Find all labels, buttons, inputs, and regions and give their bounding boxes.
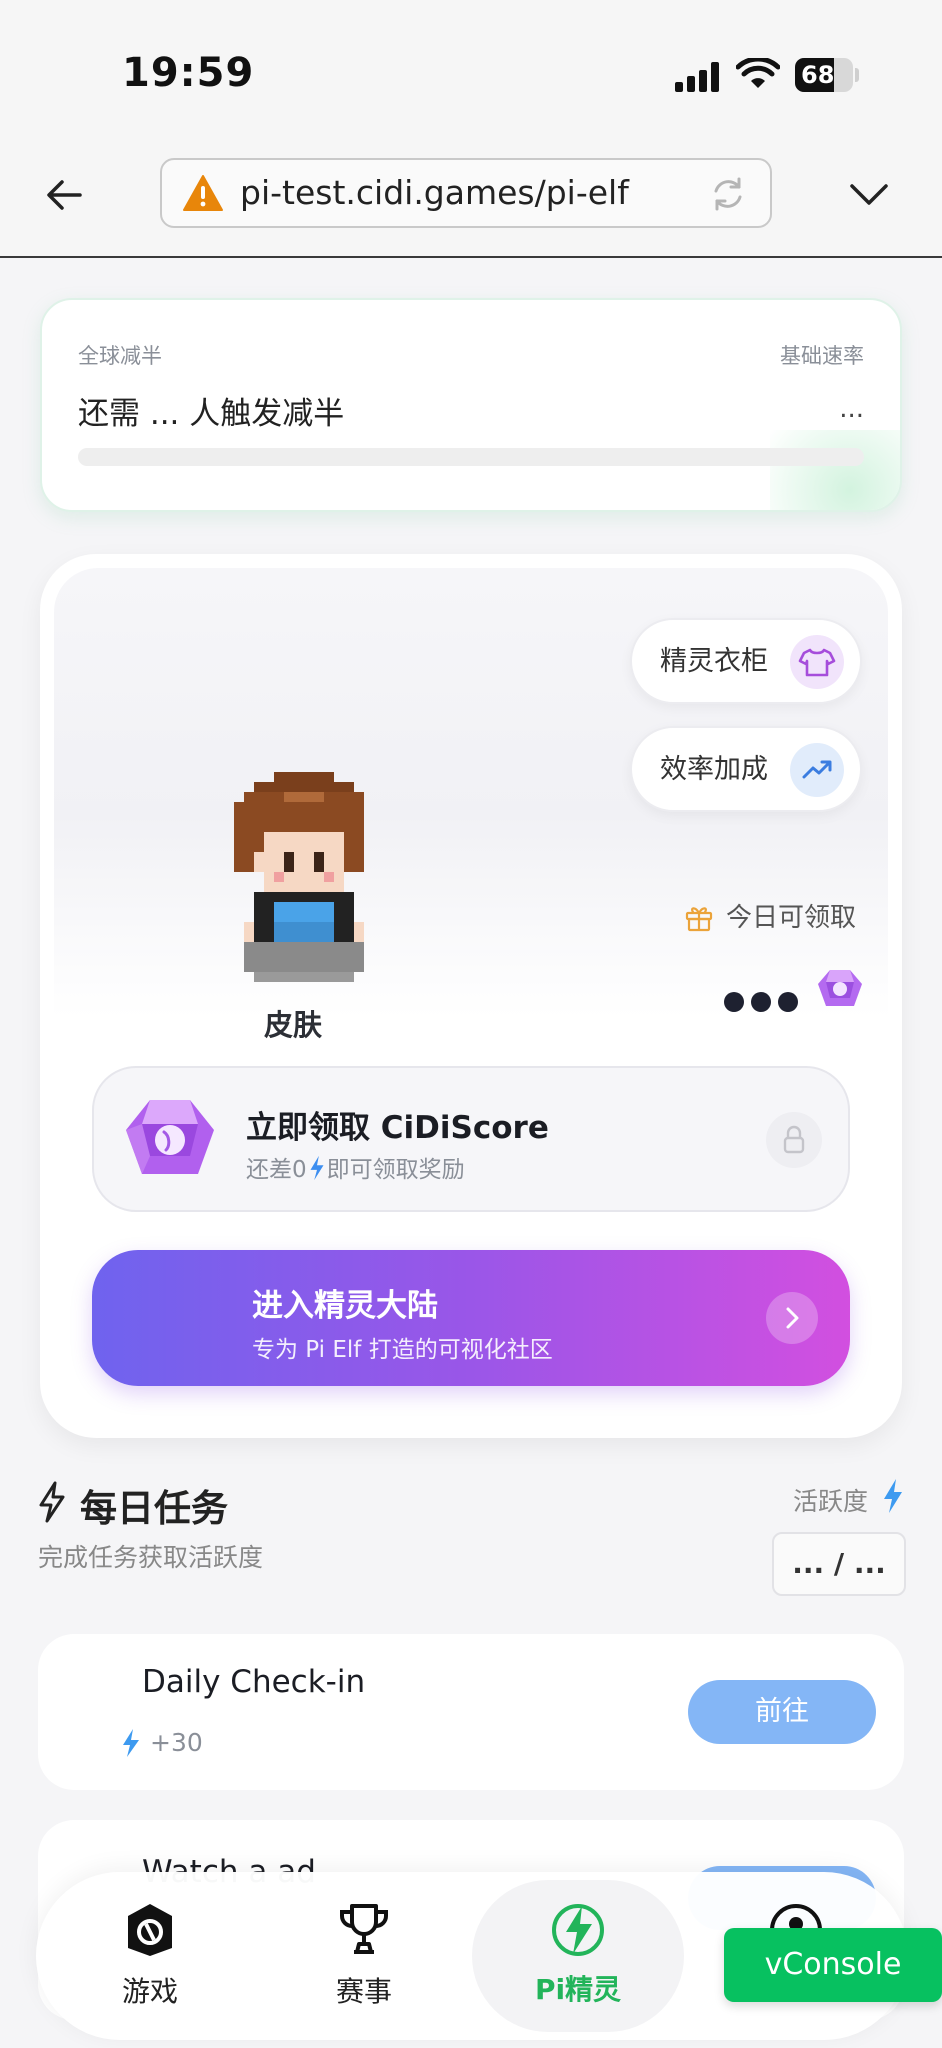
nav-item-games[interactable]: 游戏 bbox=[70, 1890, 230, 2022]
claim-cidiscore-box: 立即领取 CiDiScore 还差0 即可领取奖励 bbox=[92, 1066, 850, 1212]
nav-item-events[interactable]: 赛事 bbox=[284, 1890, 444, 2022]
daily-claim-label: 今日可领取 bbox=[726, 903, 857, 933]
battery-tip bbox=[855, 68, 859, 82]
wardrobe-button[interactable]: 精灵衣柜 bbox=[630, 618, 862, 704]
skin-label[interactable]: 皮肤 bbox=[264, 1002, 322, 1044]
gift-icon bbox=[685, 907, 713, 932]
task-reward: +30 bbox=[150, 1728, 203, 1757]
chevron-right-icon bbox=[766, 1292, 818, 1344]
activity-value: ... / ... bbox=[772, 1532, 906, 1596]
lightning-icon bbox=[552, 1904, 604, 1956]
energy-bolt-icon bbox=[884, 1479, 902, 1513]
task-card: Daily Check-in +30 前往 bbox=[38, 1634, 904, 1790]
claim-subtitle-suffix: 即可领取奖励 bbox=[326, 1157, 465, 1183]
lock-icon bbox=[783, 1125, 805, 1154]
more-dots-icon[interactable] bbox=[724, 992, 798, 1012]
vconsole-button[interactable]: vConsole bbox=[724, 1928, 942, 2002]
task-name: Daily Check-in bbox=[142, 1664, 366, 1700]
trending-up-icon bbox=[802, 760, 832, 779]
battery-icon: 68 bbox=[795, 58, 853, 92]
battery-level: 68 bbox=[801, 61, 835, 89]
nav-label-events: 赛事 bbox=[335, 1975, 392, 2008]
energy-bolt-icon bbox=[310, 1155, 324, 1181]
cidiscore-gem-icon bbox=[126, 1100, 214, 1174]
elf-scene: 精灵衣柜 效率加成 皮肤 今日可领取 bbox=[54, 568, 888, 1042]
nav-item-pi-elf[interactable]: Pi精灵 bbox=[472, 1880, 684, 2032]
enter-elf-land-title: 进入精灵大陆 bbox=[252, 1288, 438, 1324]
cellular-signal-icon bbox=[675, 62, 721, 92]
warning-icon bbox=[183, 175, 223, 211]
wifi-icon bbox=[736, 58, 780, 88]
daily-tasks-header: 每日任务 完成任务获取活跃度 活跃度 ... / ... bbox=[36, 1474, 906, 1604]
games-icon bbox=[128, 1904, 172, 1956]
wardrobe-icon-wrap bbox=[790, 635, 844, 689]
claim-subtitle-prefix: 还差0 bbox=[246, 1157, 307, 1183]
daily-tasks-title: 每日任务 bbox=[80, 1487, 228, 1530]
elf-card: 精灵衣柜 效率加成 皮肤 今日可领取 立即领取 CiDiScore 还差0 即可… bbox=[40, 554, 902, 1438]
browser-bar: pi-test.cidi.games/pi-elf bbox=[0, 150, 942, 258]
base-rate-value: ... bbox=[839, 394, 864, 424]
efficiency-boost-label: 效率加成 bbox=[660, 754, 768, 785]
back-arrow-icon[interactable] bbox=[40, 170, 90, 220]
boost-icon-wrap bbox=[790, 743, 844, 797]
bolt-outline-icon bbox=[39, 1481, 65, 1523]
claim-subtitle: 还差0 即可领取奖励 bbox=[246, 1150, 465, 1184]
halving-label: 全球减半 bbox=[78, 344, 162, 368]
url-text: pi-test.cidi.games/pi-elf bbox=[240, 173, 629, 212]
status-bar: 19:59 68 bbox=[0, 0, 942, 150]
elf-character-sprite[interactable] bbox=[224, 772, 374, 982]
cidiscore-gem-icon bbox=[818, 970, 862, 1006]
trophy-icon bbox=[340, 1904, 388, 1954]
halving-card: 全球减半 基础速率 还需 ... 人触发减半 ... bbox=[40, 298, 902, 512]
status-time: 19:59 bbox=[122, 50, 255, 96]
shirt-icon bbox=[798, 648, 836, 677]
activity-label: 活跃度 bbox=[792, 1487, 868, 1516]
chevron-down-icon[interactable] bbox=[846, 174, 892, 214]
base-rate-label: 基础速率 bbox=[780, 344, 864, 368]
halving-progress-bar bbox=[78, 448, 864, 466]
daily-tasks-subtitle: 完成任务获取活跃度 bbox=[38, 1543, 264, 1572]
lock-button[interactable] bbox=[766, 1112, 822, 1168]
claim-title: 立即领取 CiDiScore bbox=[246, 1110, 549, 1146]
halving-remaining-text: 还需 ... 人触发减半 bbox=[78, 396, 345, 432]
nav-label-pi-elf: Pi精灵 bbox=[534, 1973, 622, 2006]
url-bar[interactable]: pi-test.cidi.games/pi-elf bbox=[160, 158, 772, 228]
wardrobe-label: 精灵衣柜 bbox=[660, 646, 768, 677]
energy-bolt-icon bbox=[123, 1729, 139, 1757]
efficiency-boost-button[interactable]: 效率加成 bbox=[630, 726, 862, 812]
reload-icon[interactable] bbox=[708, 174, 748, 214]
enter-elf-land-subtitle: 专为 Pi Elf 打造的可视化社区 bbox=[252, 1337, 553, 1363]
task-go-button[interactable]: 前往 bbox=[688, 1680, 876, 1744]
nav-label-games: 游戏 bbox=[121, 1975, 178, 2008]
enter-elf-land-button[interactable]: 进入精灵大陆 专为 Pi Elf 打造的可视化社区 bbox=[92, 1250, 850, 1386]
